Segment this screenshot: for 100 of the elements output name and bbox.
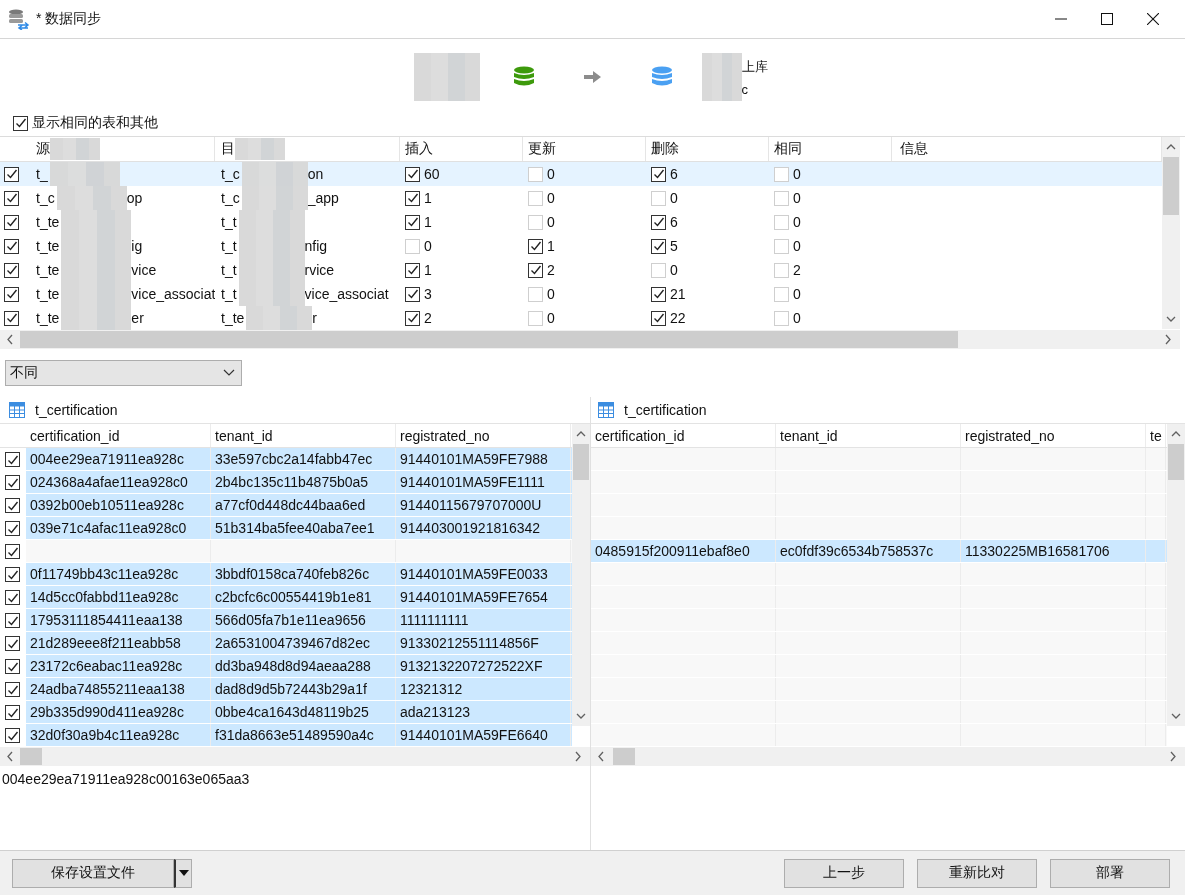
table-row[interactable]: t_c op t_c _app 1 0 0 0 [0, 186, 1162, 210]
checkbox[interactable] [651, 310, 666, 326]
footer-button[interactable]: 部署 [1050, 858, 1170, 888]
table-icon [598, 402, 614, 418]
checkbox[interactable] [5, 705, 20, 720]
vertical-scrollbar[interactable] [1162, 137, 1180, 329]
checkbox[interactable] [4, 238, 19, 254]
checkbox[interactable] [5, 452, 20, 467]
table-row[interactable]: t_te vice_associat t_t vice_associat 3 0 21 0 [0, 282, 1162, 306]
table-row[interactable]: t_te vice t_t rvice 1 2 0 2 [0, 258, 1162, 282]
checkbox[interactable] [651, 286, 666, 302]
table-cell: t_t [221, 214, 237, 230]
checkbox[interactable] [5, 682, 20, 697]
checkbox[interactable] [5, 567, 20, 582]
table-row[interactable]: t_te er t_te r 2 0 22 0 [0, 306, 1162, 330]
checkbox[interactable] [4, 310, 19, 326]
checkbox[interactable] [651, 238, 666, 254]
table-cell: 24adba74855211eaa138 [26, 678, 211, 700]
mosaic-drawing [61, 282, 132, 306]
save-button[interactable]: 保存设置文件 [12, 858, 174, 888]
count-text: 1 [423, 214, 432, 230]
vertical-scrollbar[interactable] [1167, 424, 1185, 726]
checkbox[interactable] [13, 115, 28, 131]
vertical-scrollbar[interactable] [572, 424, 590, 726]
table-cell: r [312, 310, 318, 326]
table-row[interactable]: 29b335d990d411ea928c 0bbe4ca1643d48119b25 ada213123 [26, 701, 572, 724]
checkbox[interactable] [4, 214, 19, 230]
table-row[interactable]: 21d289eee8f211eabb58 2a6531004739467d82ec 91330212551114856F [26, 632, 572, 655]
checkbox[interactable] [5, 659, 20, 674]
horizontal-scrollbar[interactable] [0, 330, 1180, 349]
checkbox[interactable] [405, 214, 420, 230]
checkbox[interactable] [651, 166, 666, 182]
table-cell: 51b314ba5fee40aba7ee1 [211, 517, 396, 539]
checkbox[interactable] [5, 498, 20, 513]
table-row[interactable]: 17953111854411eaa138 566d05fa7b1e11ea9656 1111111111 [26, 609, 572, 632]
filter-dropdown[interactable]: 不同 [5, 360, 242, 386]
checkbox[interactable] [5, 475, 20, 490]
checkbox[interactable] [405, 166, 420, 182]
count-text: 6 [669, 166, 678, 182]
close-icon[interactable] [1147, 13, 1159, 25]
column-header[interactable]: 删除 [646, 137, 769, 161]
table-row[interactable]: 14d5cc0fabbd11ea928c c2bcfc6c00554419b1e81 91440101MA59FE7654 [26, 586, 572, 609]
table-cell: a77cf0d448dc44baa6ed [211, 494, 396, 516]
table-cell: 9132132207272522XF [396, 655, 571, 677]
table-row[interactable]: 0f11749bb43c11ea928c 3bbdf0158ca740feb826c 91440101MA59FE0033 [26, 563, 572, 586]
footer-button[interactable]: 上一步 [784, 858, 904, 888]
table-cell: 23172c6eabac11ea928c [26, 655, 211, 677]
checkbox[interactable] [4, 166, 19, 182]
checkbox[interactable] [5, 728, 20, 743]
checkbox[interactable] [5, 590, 20, 605]
column-header[interactable]: 相同 [769, 137, 892, 161]
table-cell: 0485915f200911ebaf8e0 [591, 540, 776, 562]
column-header[interactable]: 插入 [400, 137, 523, 161]
table-row[interactable]: t_ t_c on 60 0 6 0 [0, 162, 1162, 186]
table-row[interactable]: t_te t_t 1 0 6 0 [0, 210, 1162, 234]
checkbox[interactable] [405, 286, 420, 302]
table-cell: t_c [221, 166, 240, 182]
count-text: 60 [423, 166, 440, 182]
mosaic-drawing [241, 186, 308, 210]
table-row[interactable]: 32d0f30a9b4c11ea928c f31da8663e51489590a4c 91440101MA59FE6640 [26, 724, 572, 747]
count-text: 0 [423, 238, 432, 254]
checkbox[interactable] [528, 238, 543, 254]
column-header[interactable]: 更新 [523, 137, 646, 161]
checkbox[interactable] [405, 190, 420, 206]
table-row[interactable]: 0392b00eb10511ea928c a77cf0d448dc44baa6ed 91440115679707000U [26, 494, 572, 517]
table-cell: 32d0f30a9b4c11ea928c [26, 724, 211, 746]
checkbox[interactable] [5, 544, 20, 559]
horizontal-scrollbar[interactable] [0, 747, 590, 766]
table-row[interactable]: 0485915f200911ebaf8e0 ec0fdf39c6534b758537c 11330225MB16581706 [591, 540, 1167, 563]
column-header[interactable]: 源 [36, 140, 50, 158]
table-name: t_certification [35, 402, 118, 418]
checkbox[interactable] [651, 214, 666, 230]
table-row[interactable]: 004ee29ea71911ea928c 33e597cbc2a14fabb47ec 91440101MA59FE7988 [26, 448, 572, 471]
checkbox[interactable] [4, 262, 19, 278]
count-text: 0 [792, 238, 801, 254]
column-header[interactable]: 目 [221, 140, 235, 158]
count-text: 0 [546, 310, 555, 326]
checkbox[interactable] [528, 262, 543, 278]
table-row[interactable]: 24adba74855211eaa138 dad8d9d5b72443b29a1f 12321312 [26, 678, 572, 701]
detail-text: 004ee29ea71911ea928c00163e065aa3 [1, 770, 251, 789]
checkbox[interactable] [4, 286, 19, 302]
table-row[interactable]: t_te ig t_t nfig 0 1 5 0 [0, 234, 1162, 258]
table-row[interactable]: 039e71c4afac11ea928c0 51b314ba5fee40aba7ee1 914403001921816342 [26, 517, 572, 540]
table-row[interactable]: 23172c6eabac11ea928c dd3ba948d8d94aeaa288 9132132207272522XF [26, 655, 572, 678]
table-cell: dad8d9d5b72443b29a1f [211, 678, 396, 700]
count-text: 5 [669, 238, 678, 254]
checkbox[interactable] [405, 310, 420, 326]
checkbox[interactable] [5, 636, 20, 651]
table-cell: _app [307, 190, 339, 206]
checkbox[interactable] [5, 613, 20, 628]
mosaic-drawing [238, 282, 305, 306]
table-cell: op [126, 190, 143, 206]
checkbox[interactable] [4, 190, 19, 206]
horizontal-scrollbar[interactable] [591, 747, 1185, 766]
maximize-icon[interactable] [1101, 13, 1113, 25]
dropdown-button[interactable] [174, 858, 192, 888]
table-row[interactable]: 024368a4afae11ea928c0 2b4bc135c11b4875b0a5 91440101MA59FE1111 [26, 471, 572, 494]
checkbox[interactable] [5, 521, 20, 536]
checkbox[interactable] [405, 262, 420, 278]
footer-button[interactable]: 重新比对 [917, 858, 1037, 888]
